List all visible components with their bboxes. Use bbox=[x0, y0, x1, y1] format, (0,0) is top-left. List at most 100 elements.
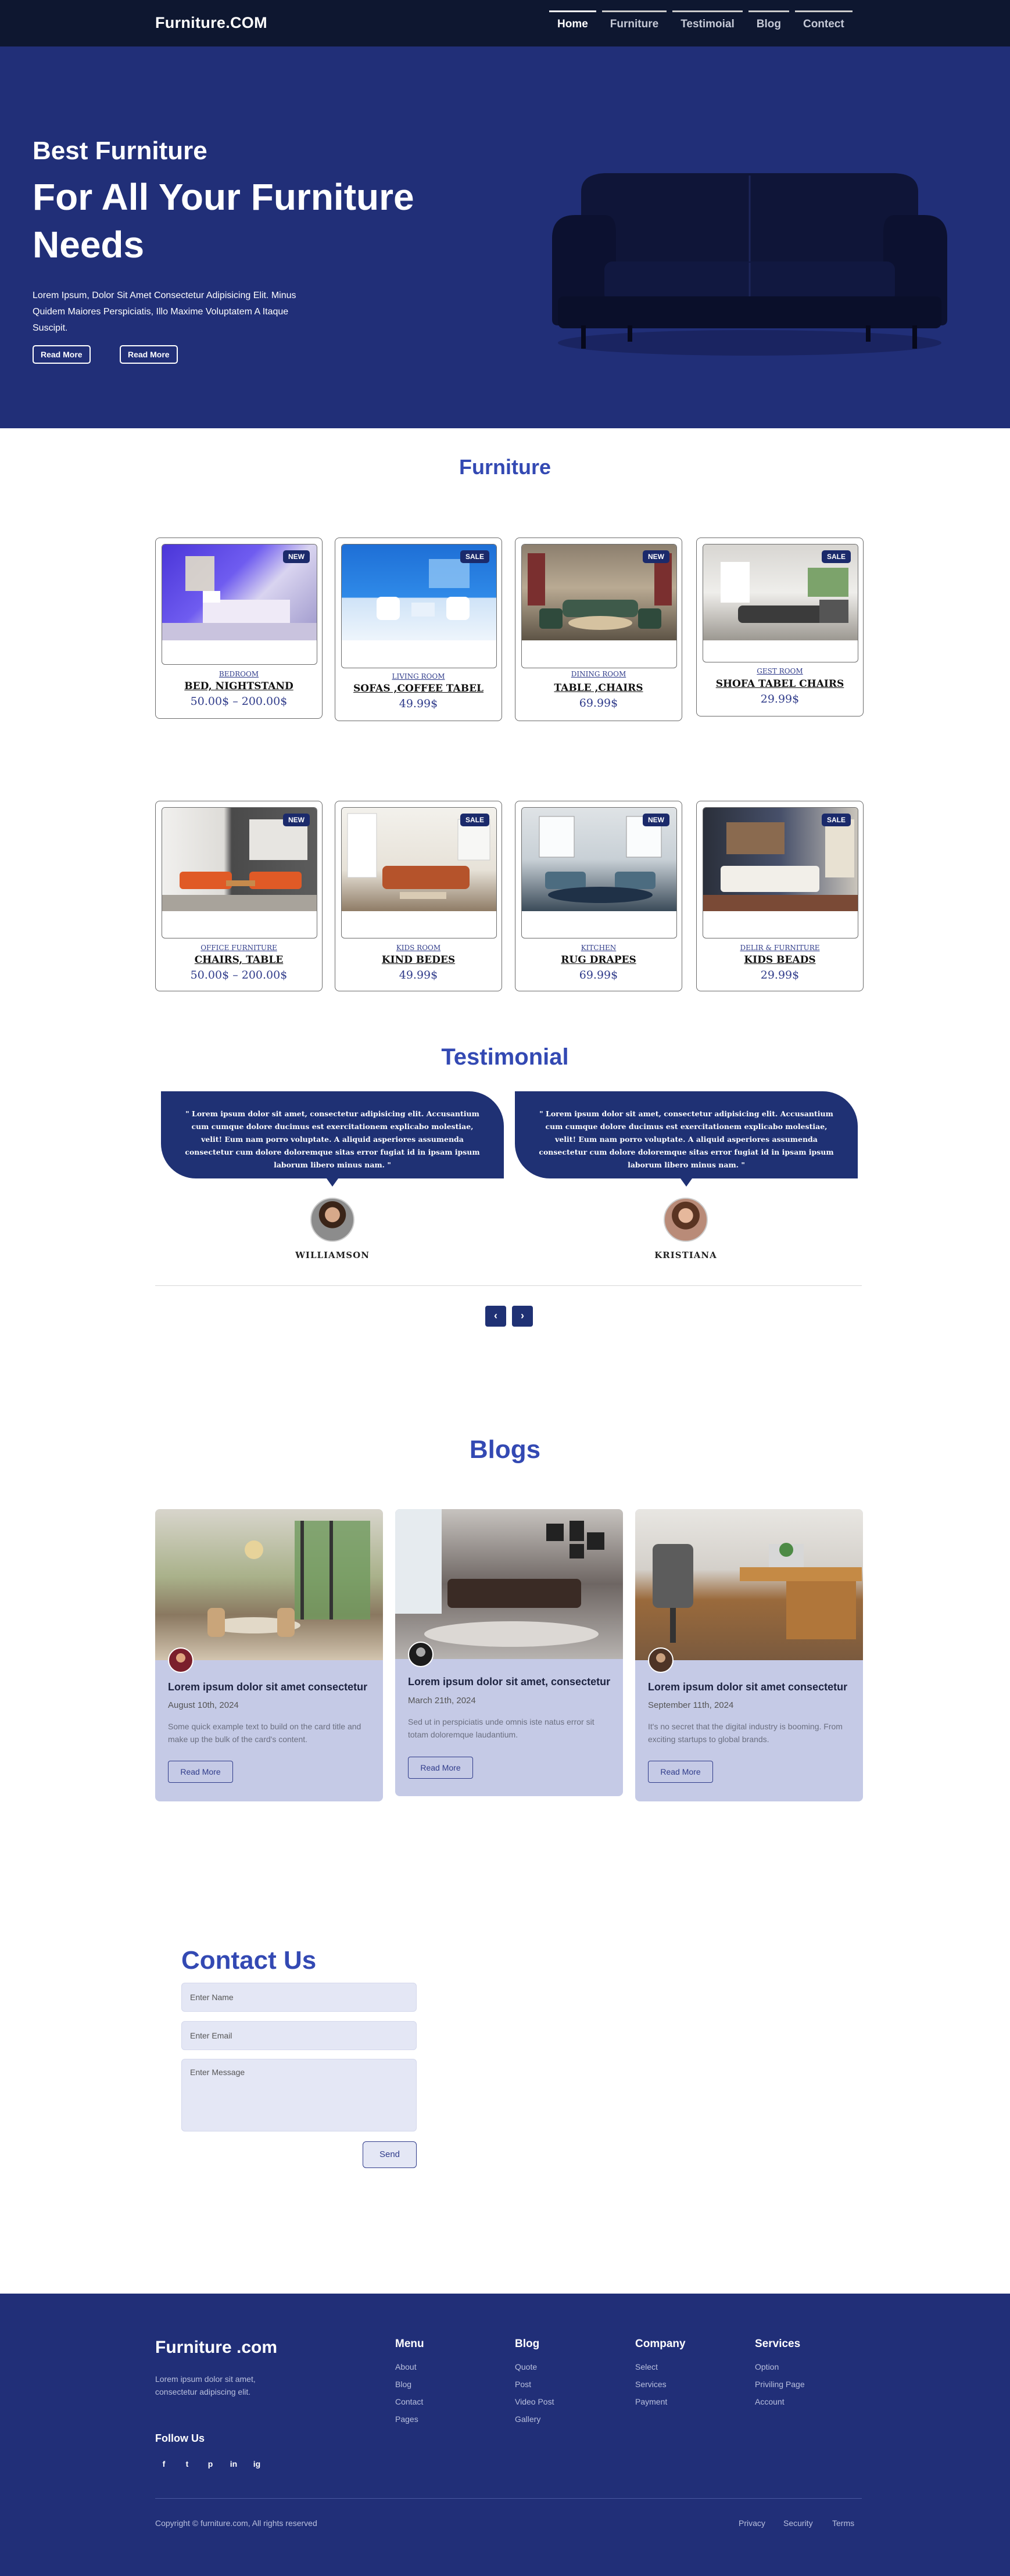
product-price: 69.99$ bbox=[579, 697, 618, 710]
pinterest-icon[interactable]: p bbox=[202, 2455, 219, 2473]
product-price: 29.99$ bbox=[760, 969, 800, 981]
slider-next-button[interactable]: › bbox=[512, 1306, 533, 1327]
footer-link[interactable]: Video Post bbox=[515, 2397, 554, 2406]
footer-link[interactable]: Payment bbox=[635, 2397, 667, 2406]
product-price: 69.99$ bbox=[579, 969, 618, 981]
slider-prev-button[interactable]: ‹ bbox=[485, 1306, 506, 1327]
product-category-link[interactable]: DELIR & FURNITURE bbox=[697, 944, 863, 952]
blog-description: Sed ut in perspiciatis unde omnis iste n… bbox=[408, 1717, 594, 1739]
product-card[interactable]: NEW OFFICE FURNITURE CHAIRS, TABLE 50.00… bbox=[155, 801, 323, 991]
nav-item-home[interactable]: Home bbox=[549, 10, 596, 31]
blogs-section-title: Blogs bbox=[469, 1435, 541, 1464]
copyright-text: Copyright © furniture.com, All rights re… bbox=[155, 2518, 317, 2528]
product-name[interactable]: CHAIRS, TABLE bbox=[156, 954, 322, 966]
product-name[interactable]: SOFAS ,COFFEE TABEL bbox=[335, 683, 502, 694]
author-avatar bbox=[408, 1642, 434, 1667]
email-field[interactable]: Enter Email bbox=[181, 2021, 417, 2050]
terms-link[interactable]: Terms bbox=[832, 2518, 854, 2528]
footer-link[interactable]: Contact bbox=[395, 2397, 423, 2406]
author-avatar bbox=[168, 1647, 194, 1673]
avatar bbox=[664, 1198, 708, 1242]
living-room-photo bbox=[395, 1509, 604, 1647]
nav-item-testimonial[interactable]: Testimoial bbox=[672, 10, 743, 31]
hero-section: Best Furniture For All Your Furniture Ne… bbox=[0, 46, 1010, 428]
follow-us-heading: Follow Us bbox=[155, 2432, 205, 2444]
product-category-link[interactable]: KIDS ROOM bbox=[335, 944, 502, 952]
product-name[interactable]: RUG DRAPES bbox=[515, 954, 682, 966]
security-link[interactable]: Security bbox=[783, 2518, 813, 2528]
blog-description: It's no secret that the digital industry… bbox=[648, 1722, 843, 1744]
footer-link[interactable]: Select bbox=[635, 2362, 658, 2371]
testimonial-author: WILLIAMSON bbox=[295, 1250, 370, 1260]
blog-card: Lorem ipsum dolor sit amet, consectetur … bbox=[395, 1509, 623, 1796]
instagram-icon[interactable]: ig bbox=[248, 2455, 266, 2473]
linkedin-icon[interactable]: in bbox=[225, 2455, 242, 2473]
hero-title: For All Your Furniture Needs bbox=[33, 176, 414, 266]
product-name[interactable]: KIND BEDES bbox=[335, 954, 502, 966]
name-field[interactable]: Enter Name bbox=[181, 1983, 417, 2012]
hero-read-more-button-2[interactable]: Read More bbox=[120, 345, 178, 364]
nav-item-contact[interactable]: Contect bbox=[794, 10, 853, 31]
twitter-icon[interactable]: t bbox=[178, 2455, 196, 2473]
product-category-link[interactable]: GEST ROOM bbox=[697, 667, 863, 675]
product-card[interactable]: SALE DELIR & FURNITURE KIDS BEADS 29.99$ bbox=[696, 801, 864, 991]
blog-read-more-button[interactable]: Read More bbox=[408, 1757, 473, 1779]
product-card[interactable]: NEW BEDROOM BED, NIGHTSTAND 50.00$ – 200… bbox=[155, 538, 323, 719]
product-category-link[interactable]: BEDROOM bbox=[156, 670, 322, 678]
product-badge: NEW bbox=[283, 814, 310, 826]
product-price: 49.99$ bbox=[399, 697, 438, 710]
product-image: NEW bbox=[162, 544, 317, 640]
product-image: NEW bbox=[162, 808, 317, 911]
blog-date: August 10th, 2024 bbox=[168, 1700, 239, 1710]
footer-link[interactable]: Option bbox=[755, 2362, 779, 2371]
office-photo bbox=[653, 1543, 862, 1643]
product-category-link[interactable]: KITCHEN bbox=[515, 944, 682, 952]
hero-read-more-button[interactable]: Read More bbox=[33, 345, 91, 364]
product-image-frame: NEW bbox=[521, 544, 677, 668]
product-badge: NEW bbox=[643, 550, 669, 563]
facebook-icon[interactable]: f bbox=[155, 2455, 173, 2473]
footer-brand[interactable]: Furniture .com bbox=[155, 2338, 277, 2358]
product-card[interactable]: SALE GEST ROOM SHOFA TABEL CHAIRS 29.99$ bbox=[696, 538, 864, 716]
footer-link[interactable]: Post bbox=[515, 2380, 531, 2389]
furniture-section-title: Furniture bbox=[459, 455, 551, 479]
send-button[interactable]: Send bbox=[363, 2141, 417, 2168]
product-category-link[interactable]: LIVING ROOM bbox=[335, 672, 502, 680]
product-name[interactable]: SHOFA TABEL CHAIRS bbox=[697, 678, 863, 690]
product-price: 50.00$ – 200.00$ bbox=[190, 695, 288, 708]
product-image-frame: NEW bbox=[162, 544, 317, 665]
product-name[interactable]: KIDS BEADS bbox=[697, 954, 863, 966]
nav-item-furniture[interactable]: Furniture bbox=[601, 10, 667, 31]
footer-heading-company: Company bbox=[635, 2338, 686, 2350]
footer-link[interactable]: Pages bbox=[395, 2414, 418, 2424]
product-card[interactable]: NEW KITCHEN RUG DRAPES 69.99$ bbox=[515, 801, 682, 991]
nav-item-blog[interactable]: Blog bbox=[748, 10, 789, 31]
footer-link[interactable]: Blog bbox=[395, 2380, 411, 2389]
blog-read-more-button[interactable]: Read More bbox=[168, 1761, 233, 1783]
footer-heading-blog: Blog bbox=[515, 2338, 540, 2350]
product-name[interactable]: BED, NIGHTSTAND bbox=[156, 680, 322, 692]
product-name[interactable]: TABLE ,CHAIRS bbox=[515, 682, 682, 694]
product-category-link[interactable]: OFFICE FURNITURE bbox=[156, 944, 322, 952]
footer-link[interactable]: Gallery bbox=[515, 2414, 540, 2424]
footer-link[interactable]: Services bbox=[635, 2380, 667, 2389]
product-badge: SALE bbox=[460, 550, 489, 563]
footer-link[interactable]: Account bbox=[755, 2397, 785, 2406]
message-field[interactable]: Enter Message bbox=[181, 2059, 417, 2131]
product-category-link[interactable]: DINING ROOM bbox=[515, 670, 682, 678]
privacy-link[interactable]: Privacy bbox=[739, 2518, 765, 2528]
product-card[interactable]: SALE KIDS ROOM KIND BEDES 49.99$ bbox=[335, 801, 502, 991]
product-image: NEW bbox=[522, 808, 676, 911]
blog-read-more-button[interactable]: Read More bbox=[648, 1761, 713, 1783]
product-card[interactable]: NEW DINING ROOM TABLE ,CHAIRS 69.99$ bbox=[515, 538, 682, 721]
blog-date: March 21th, 2024 bbox=[408, 1696, 476, 1706]
sofa-image bbox=[552, 173, 947, 356]
footer-link[interactable]: About bbox=[395, 2362, 417, 2371]
nav-menu: Home Furniture Testimoial Blog Contect bbox=[549, 10, 853, 31]
product-card[interactable]: SALE LIVING ROOM SOFAS ,COFFEE TABEL 49.… bbox=[335, 538, 502, 721]
testimonial-quote: " Lorem ipsum dolor sit amet, consectetu… bbox=[161, 1091, 504, 1187]
brand-logo[interactable]: Furniture.COM bbox=[155, 14, 267, 32]
footer-link[interactable]: Quote bbox=[515, 2362, 537, 2371]
product-image: SALE bbox=[342, 808, 496, 911]
footer-link[interactable]: Priviling Page bbox=[755, 2380, 805, 2389]
